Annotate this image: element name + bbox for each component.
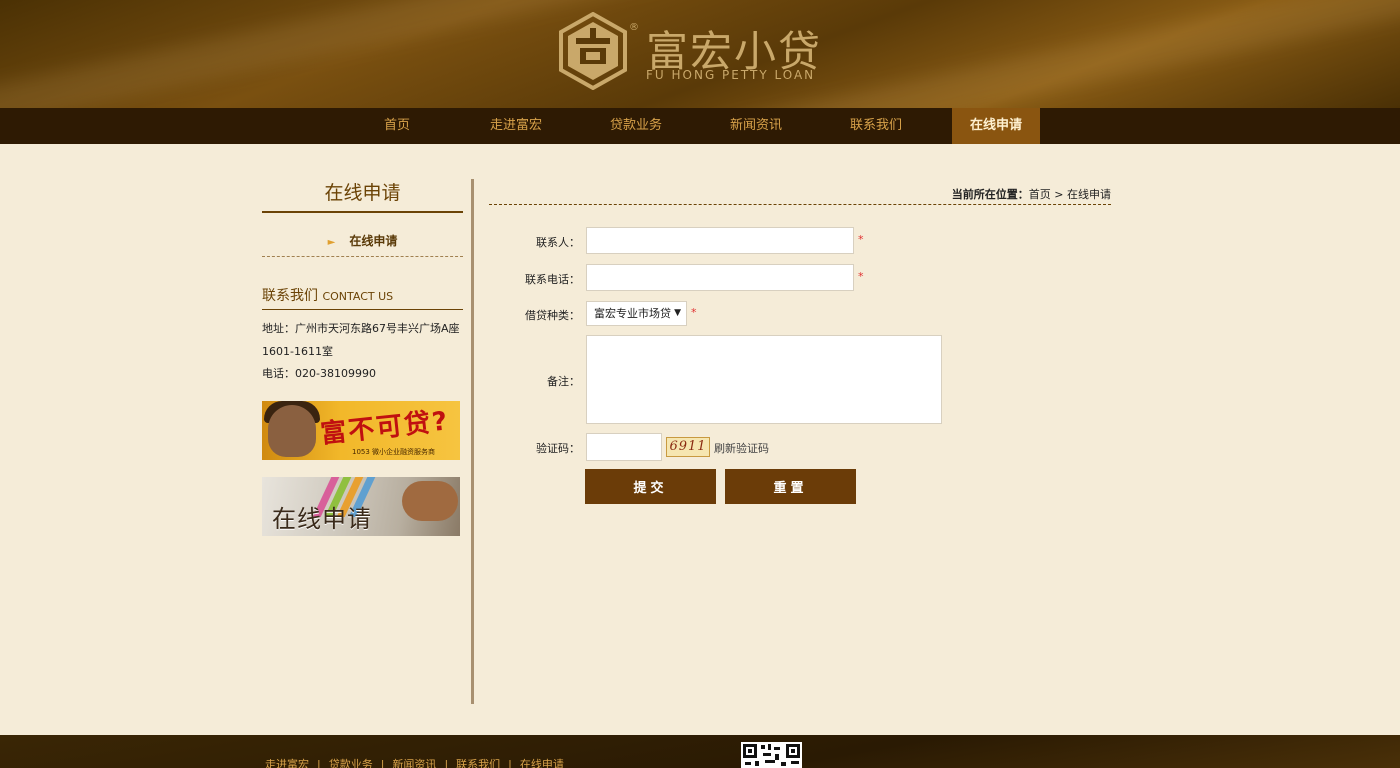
contact-address-line2: 1601-1611室 <box>262 345 333 358</box>
captcha-input[interactable] <box>586 433 662 461</box>
nav-item-home[interactable]: 首页 <box>353 108 441 144</box>
footer-link-loans[interactable]: 贷款业务 <box>329 758 373 768</box>
submit-button[interactable]: 提交 <box>585 469 716 504</box>
footer-link-about[interactable]: 走进富宏 <box>265 758 309 768</box>
banner-headline: 富不可贷? <box>319 406 451 450</box>
notes-textarea[interactable] <box>586 335 942 424</box>
banner2-headline: 在线申请 <box>272 505 372 533</box>
breadcrumb-label: 当前所在位置： <box>951 188 1029 201</box>
nav-item-apply[interactable]: 在线申请 <box>952 108 1040 144</box>
sidebar-title: 在线申请 <box>262 178 463 213</box>
phone-input[interactable] <box>586 264 854 291</box>
site-footer: 走进富宏 | 贷款业务 | 新闻资讯 | 联系我们 | 在线申请 <box>0 735 1400 768</box>
reset-button[interactable]: 重置 <box>725 469 856 504</box>
phone-label: 联系电话： <box>525 273 580 286</box>
contact-input[interactable] <box>586 227 854 254</box>
notes-label: 备注： <box>547 375 580 388</box>
contact-heading: 联系我们 CONTACT US <box>262 285 463 310</box>
loan-type-selected: 富宏专业市场贷 <box>594 307 671 320</box>
loan-type-label: 借贷种类： <box>525 309 580 322</box>
footer-link-news[interactable]: 新闻资讯 <box>392 758 436 768</box>
required-mark: * <box>691 306 697 319</box>
footer-separator: | <box>317 758 321 768</box>
nav-item-contact[interactable]: 联系我们 <box>832 108 920 144</box>
footer-separator: | <box>380 758 385 768</box>
dropdown-caret-icon: ▼ <box>674 308 681 318</box>
refresh-captcha-link[interactable]: 刷新验证码 <box>714 440 769 456</box>
footer-links: 走进富宏 | 贷款业务 | 新闻资讯 | 联系我们 | 在线申请 <box>265 756 564 768</box>
required-mark: * <box>858 233 864 246</box>
captcha-image[interactable]: 6911 <box>666 437 710 457</box>
bullet-arrow-icon: ► <box>327 237 336 248</box>
loan-type-select[interactable]: 富宏专业市场贷 ▼ <box>586 301 687 326</box>
footer-separator: | <box>444 758 449 768</box>
breadcrumb-separator: > <box>1050 188 1067 201</box>
breadcrumb: 当前所在位置：首页 > 在线申请 <box>489 186 1111 205</box>
sidebar-item-label: 在线申请 <box>349 234 398 248</box>
contact-label: 联系人： <box>536 236 580 249</box>
breadcrumb-home[interactable]: 首页 <box>1029 188 1051 201</box>
sidebar-item-apply[interactable]: ► 在线申请 <box>262 232 463 257</box>
nav-item-news[interactable]: 新闻资讯 <box>712 108 800 144</box>
footer-link-apply[interactable]: 在线申请 <box>520 758 564 768</box>
contact-heading-en: CONTACT US <box>322 290 394 303</box>
footer-separator: | <box>508 758 512 768</box>
nav-item-about[interactable]: 走进富宏 <box>472 108 560 144</box>
contact-phone: 电话：020-38109990 <box>262 367 376 380</box>
banner-subtext: 1053 微小企业融资服务商 <box>352 448 436 456</box>
fuhong-emblem-icon <box>559 12 627 90</box>
contact-heading-cn: 联系我们 <box>262 288 318 304</box>
registered-mark: ® <box>629 22 639 33</box>
promo-banner-fubukedai[interactable]: 富不可贷? 1053 微小企业融资服务商 <box>262 401 460 460</box>
footer-link-contact[interactable]: 联系我们 <box>456 758 500 768</box>
required-mark: * <box>858 270 864 283</box>
contact-address-line1: 地址：广州市天河东路67号丰兴广场A座 <box>262 322 460 335</box>
breadcrumb-current: 在线申请 <box>1067 188 1111 201</box>
main-nav: 首页 走进富宏 贷款业务 新闻资讯 联系我们 在线申请 <box>0 108 1400 144</box>
promo-banner-apply-online[interactable]: 在线申请 <box>262 477 460 536</box>
brand-name-en: FU HONG PETTY LOAN <box>646 68 816 82</box>
site-logo[interactable]: ® 富宏小贷 FU HONG PETTY LOAN <box>558 12 858 92</box>
qr-code-icon <box>741 742 802 768</box>
banner-person-face <box>268 405 316 457</box>
nav-item-loans[interactable]: 贷款业务 <box>592 108 680 144</box>
column-divider <box>471 179 474 704</box>
banner-hands-typing <box>402 481 458 521</box>
site-header: ® 富宏小贷 FU HONG PETTY LOAN <box>0 0 1400 108</box>
captcha-label: 验证码： <box>536 442 580 455</box>
